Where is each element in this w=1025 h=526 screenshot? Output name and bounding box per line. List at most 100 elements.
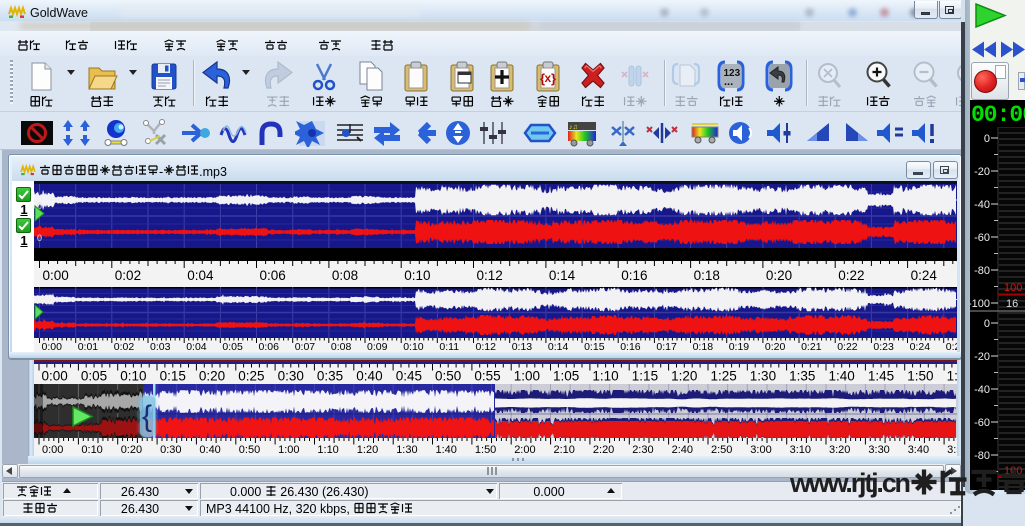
svg-text:-60: -60 xyxy=(974,417,990,429)
svg-text:0:30: 0:30 xyxy=(160,444,181,456)
svg-text:0:01: 0:01 xyxy=(78,341,99,352)
svg-text:♪♫: ♪♫ xyxy=(569,124,578,131)
svg-text:0:20: 0:20 xyxy=(766,268,792,283)
svg-text:0:13: 0:13 xyxy=(512,341,533,352)
svg-text:0:00: 0:00 xyxy=(42,341,63,352)
svg-text:0:14: 0:14 xyxy=(549,268,576,283)
svg-text:0:12: 0:12 xyxy=(477,268,503,283)
svg-text:0:06: 0:06 xyxy=(260,268,286,283)
svg-text:1:50: 1:50 xyxy=(475,444,496,456)
svg-text:3:20: 3:20 xyxy=(829,444,850,456)
svg-text:3:00: 3:00 xyxy=(750,444,771,456)
svg-text:1:30: 1:30 xyxy=(750,369,776,384)
svg-text:1:35: 1:35 xyxy=(789,369,815,384)
svg-text:0:00: 0:00 xyxy=(42,369,68,384)
svg-text:-20: -20 xyxy=(974,166,990,178)
svg-text:0:21: 0:21 xyxy=(801,341,822,352)
svg-text:0:16: 0:16 xyxy=(620,341,641,352)
svg-text:0: 0 xyxy=(37,233,42,243)
svg-text:1:40: 1:40 xyxy=(829,369,855,384)
svg-text:1:20: 1:20 xyxy=(671,369,697,384)
svg-text:-40: -40 xyxy=(974,199,990,211)
svg-text:16: 16 xyxy=(1006,298,1018,310)
svg-text:0:45: 0:45 xyxy=(396,369,422,384)
svg-text:0:12: 0:12 xyxy=(476,341,497,352)
svg-text:0:14: 0:14 xyxy=(548,341,569,352)
svg-text:3:10: 3:10 xyxy=(790,444,811,456)
svg-text:-80: -80 xyxy=(974,450,990,462)
svg-text:0:25: 0:25 xyxy=(946,341,957,352)
svg-text:0:40: 0:40 xyxy=(356,369,382,384)
svg-text:0:06: 0:06 xyxy=(259,341,280,352)
svg-text:0:23: 0:23 xyxy=(873,341,894,352)
svg-text:0:24: 0:24 xyxy=(910,341,931,352)
svg-text:0:03: 0:03 xyxy=(150,341,171,352)
svg-text:0:00: 0:00 xyxy=(42,444,63,456)
svg-text:0:22: 0:22 xyxy=(837,341,858,352)
svg-text:1:45: 1:45 xyxy=(868,369,894,384)
svg-text:2:40: 2:40 xyxy=(672,444,693,456)
svg-text:0:24: 0:24 xyxy=(911,268,938,283)
svg-text:-20: -20 xyxy=(974,351,990,363)
svg-text:1:50: 1:50 xyxy=(907,369,933,384)
svg-text:3:50: 3:50 xyxy=(947,444,957,456)
svg-text:1:55: 1:55 xyxy=(947,369,957,384)
svg-text:0:04: 0:04 xyxy=(186,341,207,352)
svg-text:1:20: 1:20 xyxy=(357,444,378,456)
svg-text:-40: -40 xyxy=(974,384,990,396)
svg-text:0:50: 0:50 xyxy=(239,444,260,456)
svg-text:0:11: 0:11 xyxy=(439,341,459,352)
svg-text:0:35: 0:35 xyxy=(317,369,343,384)
svg-text:1:00: 1:00 xyxy=(514,369,540,384)
svg-text:0:15: 0:15 xyxy=(160,369,186,384)
svg-text:0:10: 0:10 xyxy=(404,268,430,283)
svg-text:1:10: 1:10 xyxy=(592,369,618,384)
svg-text:0:20: 0:20 xyxy=(121,444,142,456)
svg-text:0:02: 0:02 xyxy=(114,341,135,352)
svg-text:0:15: 0:15 xyxy=(584,341,605,352)
svg-text:}: } xyxy=(551,71,556,86)
svg-text:0:17: 0:17 xyxy=(656,341,677,352)
svg-text:0:16: 0:16 xyxy=(621,268,647,283)
svg-text:2:50: 2:50 xyxy=(711,444,732,456)
svg-text:0: 0 xyxy=(984,133,990,145)
svg-text:0:50: 0:50 xyxy=(435,369,461,384)
svg-text:1:25: 1:25 xyxy=(711,369,737,384)
svg-text:0: 0 xyxy=(984,318,990,330)
svg-text:0:19: 0:19 xyxy=(729,341,750,352)
svg-text:0:40: 0:40 xyxy=(199,444,220,456)
svg-text:0:10: 0:10 xyxy=(120,369,146,384)
svg-text:-60: -60 xyxy=(974,232,990,244)
svg-text:1:40: 1:40 xyxy=(436,444,457,456)
svg-text:2:20: 2:20 xyxy=(593,444,614,456)
svg-text:0:08: 0:08 xyxy=(331,341,352,352)
svg-text:2:30: 2:30 xyxy=(632,444,653,456)
svg-text:0:30: 0:30 xyxy=(278,369,304,384)
svg-text:0:10: 0:10 xyxy=(81,444,102,456)
svg-text:0:09: 0:09 xyxy=(367,341,388,352)
svg-text:0:00: 0:00 xyxy=(43,268,69,283)
svg-text:3:30: 3:30 xyxy=(868,444,889,456)
svg-text:0:25: 0:25 xyxy=(238,369,264,384)
svg-text:...: ... xyxy=(724,76,733,88)
svg-text:100: 100 xyxy=(1004,282,1022,294)
svg-text:0:10: 0:10 xyxy=(403,341,424,352)
svg-text:0:18: 0:18 xyxy=(694,268,720,283)
svg-text:0:08: 0:08 xyxy=(332,268,358,283)
svg-text:3:40: 3:40 xyxy=(908,444,929,456)
svg-text:0:04: 0:04 xyxy=(187,268,214,283)
svg-text:0:02: 0:02 xyxy=(115,268,141,283)
svg-text:0:05: 0:05 xyxy=(81,369,107,384)
svg-text:0:55: 0:55 xyxy=(474,369,500,384)
svg-text:2:00: 2:00 xyxy=(514,444,535,456)
svg-text:0:22: 0:22 xyxy=(838,268,864,283)
svg-text:0:20: 0:20 xyxy=(765,341,786,352)
svg-text:1:15: 1:15 xyxy=(632,369,658,384)
svg-text:1:00: 1:00 xyxy=(278,444,299,456)
svg-text:1:30: 1:30 xyxy=(396,444,417,456)
svg-text:0:20: 0:20 xyxy=(199,369,225,384)
svg-text:0:05: 0:05 xyxy=(222,341,243,352)
svg-text:1:10: 1:10 xyxy=(317,444,338,456)
svg-text:2:10: 2:10 xyxy=(554,444,575,456)
svg-text:0:18: 0:18 xyxy=(693,341,714,352)
